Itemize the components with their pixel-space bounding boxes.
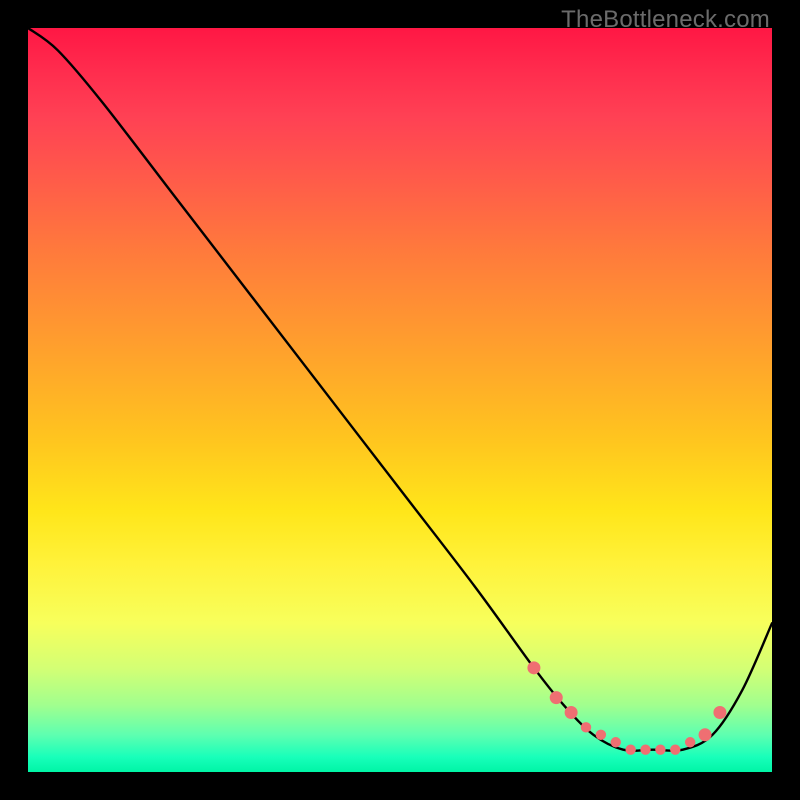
marker-dot [550,691,563,704]
marker-dot [565,706,578,719]
marker-group [527,661,726,755]
marker-dot [685,737,695,747]
marker-dot [713,706,726,719]
marker-dot [640,744,650,754]
marker-dot [527,661,540,674]
plot-area [28,28,772,772]
marker-dot [596,730,606,740]
marker-dot [655,744,665,754]
marker-dot [670,744,680,754]
marker-dot [699,728,712,741]
chart-frame: TheBottleneck.com [0,0,800,800]
bottleneck-curve [28,28,772,751]
marker-dot [625,744,635,754]
watermark-text: TheBottleneck.com [561,6,770,34]
marker-dot [611,737,621,747]
marker-dot [581,722,591,732]
curve-layer [28,28,772,772]
